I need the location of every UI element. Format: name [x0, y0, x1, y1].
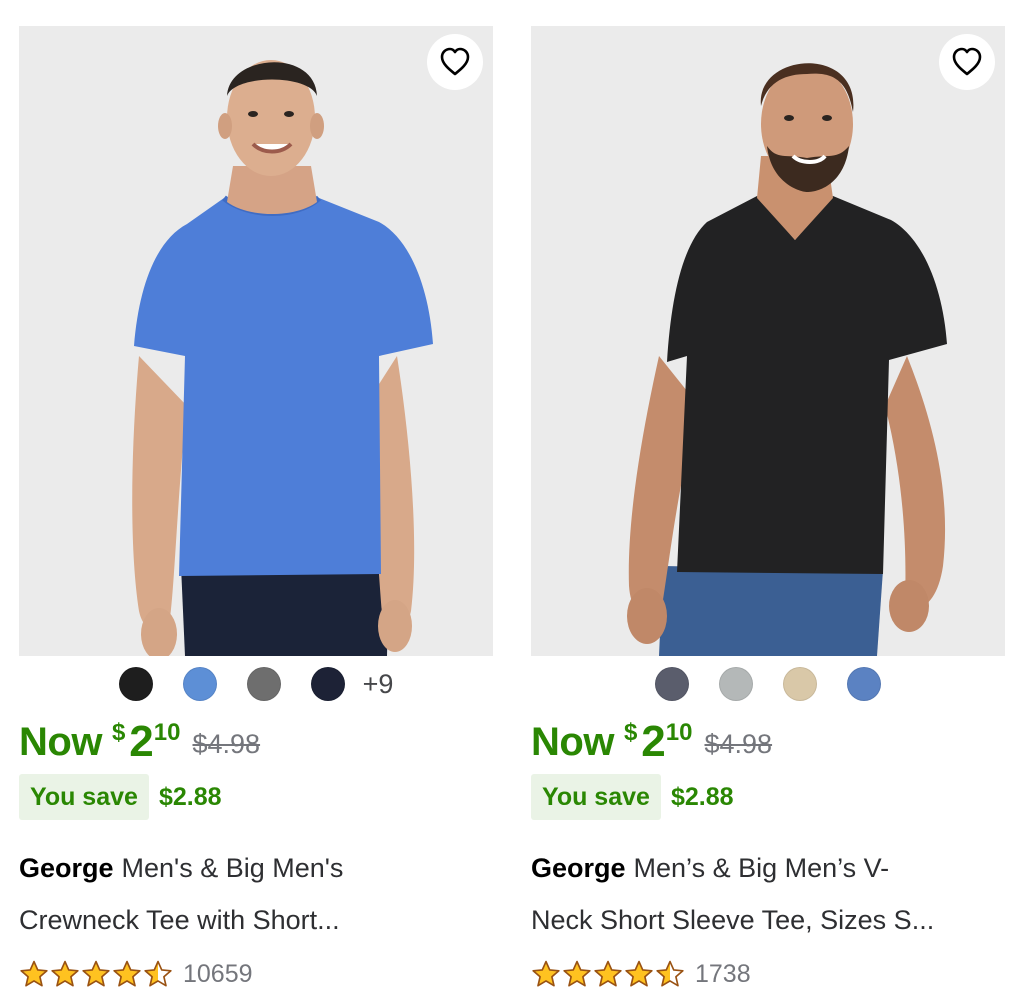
- price-cents: 10: [153, 719, 181, 746]
- savings: You save $2.88: [19, 774, 493, 820]
- star-full-icon: [563, 960, 591, 987]
- star-half-icon: [144, 960, 172, 987]
- star-full-icon: [625, 960, 653, 987]
- more-colors-link[interactable]: +9: [363, 669, 394, 700]
- savings: You save $2.88: [531, 774, 1005, 820]
- title-line-1: Men's & Big Men's: [121, 853, 344, 883]
- favorite-button[interactable]: [939, 34, 995, 90]
- brand-name: George: [19, 853, 114, 883]
- product-card[interactable]: +9 Now $ 2 10 $4.98 You save $2.88 Georg…: [19, 26, 493, 994]
- now-label: Now: [531, 720, 614, 764]
- product-image[interactable]: [19, 26, 493, 656]
- star-full-icon: [51, 960, 79, 987]
- color-swatch[interactable]: [246, 667, 281, 701]
- color-swatch[interactable]: [310, 667, 345, 701]
- review-count: 1738: [695, 959, 751, 988]
- now-label: Now: [19, 720, 102, 764]
- price: Now $ 2 10 $4.98: [19, 714, 493, 770]
- heart-outline-icon: [952, 47, 982, 76]
- star-full-icon: [113, 960, 141, 987]
- title-line-2: Crewneck Tee with Short...: [19, 905, 340, 935]
- color-swatch[interactable]: [719, 667, 753, 701]
- review-count: 10659: [183, 959, 253, 988]
- price-currency: $: [111, 719, 126, 746]
- heart-outline-icon: [440, 47, 470, 76]
- star-rating: [531, 960, 685, 988]
- was-price: $4.98: [192, 729, 261, 759]
- product-title[interactable]: George Men’s & Big Men’s V- Neck Short Sl…: [531, 842, 1005, 946]
- color-swatch[interactable]: [655, 667, 689, 701]
- savings-amount: $2.88: [670, 782, 734, 811]
- star-full-icon: [594, 960, 622, 987]
- rating[interactable]: 10659: [19, 954, 493, 994]
- price-cents: 10: [665, 719, 693, 746]
- star-full-icon: [82, 960, 110, 987]
- title-line-2: Neck Short Sleeve Tee, Sizes S...: [531, 905, 935, 935]
- you-save-badge: You save: [19, 774, 149, 820]
- product-image[interactable]: [531, 26, 1005, 656]
- star-rating: [19, 960, 173, 988]
- color-swatch[interactable]: [182, 667, 217, 701]
- was-price: $4.98: [704, 729, 773, 759]
- star-full-icon: [20, 960, 48, 987]
- product-photo: [627, 63, 947, 656]
- you-save-badge: You save: [531, 774, 661, 820]
- savings-amount: $2.88: [158, 782, 222, 811]
- brand-name: George: [531, 853, 626, 883]
- color-swatches: +9: [19, 656, 493, 712]
- color-swatch[interactable]: [847, 667, 881, 701]
- title-line-1: Men’s & Big Men’s V-: [633, 853, 890, 883]
- product-title[interactable]: George Men's & Big Men's Crewneck Tee wit…: [19, 842, 493, 946]
- product-photo: [132, 60, 433, 656]
- product-grid: +9 Now $ 2 10 $4.98 You save $2.88 Georg…: [0, 0, 1024, 995]
- star-full-icon: [532, 960, 560, 987]
- price: Now $ 2 10 $4.98: [531, 714, 1005, 770]
- rating[interactable]: 1738: [531, 954, 1005, 994]
- star-half-icon: [656, 960, 684, 987]
- price-dollars: 2: [641, 717, 666, 766]
- color-swatch[interactable]: [118, 667, 153, 701]
- product-card[interactable]: Now $ 2 10 $4.98 You save $2.88 George Me…: [531, 26, 1005, 994]
- color-swatch[interactable]: [783, 667, 817, 701]
- favorite-button[interactable]: [427, 34, 483, 90]
- color-swatches: [531, 656, 1005, 712]
- price-currency: $: [623, 719, 638, 746]
- price-dollars: 2: [129, 717, 154, 766]
